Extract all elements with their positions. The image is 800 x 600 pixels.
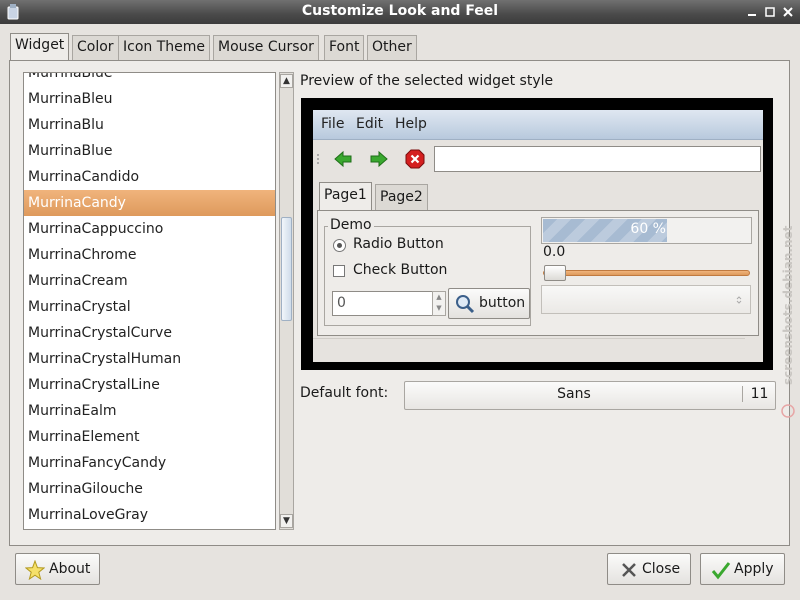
- list-scrollbar[interactable]: ▲ ▼: [279, 72, 294, 530]
- list-item-selected[interactable]: MurrinaCandy: [24, 190, 275, 216]
- toolbar-grip-icon: [317, 154, 319, 164]
- list-item[interactable]: MurrinaFancyCandy: [24, 450, 275, 476]
- close-icon: [783, 7, 793, 17]
- forward-arrow-icon[interactable]: [369, 149, 389, 169]
- apply-button[interactable]: Apply: [700, 553, 785, 585]
- preview-tab-page2[interactable]: Page2: [375, 184, 428, 212]
- watermark-text: screenshots.debian.net: [781, 225, 795, 385]
- theme-list[interactable]: MurrinaBlue MurrinaBleu MurrinaBlu Murri…: [23, 72, 276, 530]
- stop-icon[interactable]: [405, 149, 425, 169]
- list-item[interactable]: MurrinaCrystal: [24, 294, 275, 320]
- list-item[interactable]: MurrinaBleu: [24, 86, 275, 112]
- scale-value: 0.0: [543, 244, 566, 260]
- list-item[interactable]: MurrinaBlue: [24, 73, 275, 86]
- list-item[interactable]: MurrinaCandido: [24, 164, 275, 190]
- list-item[interactable]: MurrinaBlue: [24, 138, 275, 164]
- list-item[interactable]: MurrinaEalm: [24, 398, 275, 424]
- window-title: Customize Look and Feel: [301, 3, 499, 19]
- scroll-up-icon[interactable]: ▲: [280, 74, 293, 88]
- check-button-box[interactable]: [333, 265, 345, 277]
- list-item[interactable]: MurrinaCrystalLine: [24, 372, 275, 398]
- spin-stepper[interactable]: ▲ ▼: [432, 291, 446, 316]
- preview-tab-page1[interactable]: Page1: [319, 182, 372, 212]
- close-window-button[interactable]: [779, 3, 797, 21]
- list-item[interactable]: MurrinaCrystalHuman: [24, 346, 275, 372]
- tab-mouse-cursor[interactable]: Mouse Cursor: [213, 35, 319, 60]
- minimize-button[interactable]: [743, 3, 761, 21]
- preview-label: Preview of the selected widget style: [300, 73, 554, 89]
- combo-arrow-icon: [736, 296, 742, 304]
- radio-button-label[interactable]: Radio Button: [353, 236, 444, 252]
- check-button-label[interactable]: Check Button: [353, 262, 447, 278]
- minimize-icon: [748, 14, 756, 16]
- progress-text: 60 %: [630, 221, 666, 237]
- tab-widget[interactable]: Widget: [10, 33, 70, 61]
- list-item[interactable]: MurrinaGilouche: [24, 476, 275, 502]
- preview-text-entry[interactable]: [434, 146, 761, 172]
- tab-icon-theme[interactable]: Icon Theme: [118, 35, 211, 60]
- font-name: Sans: [557, 386, 591, 402]
- preview-combo-box[interactable]: [541, 285, 751, 314]
- close-button[interactable]: Close: [607, 553, 691, 585]
- list-item[interactable]: MurrinaCream: [24, 268, 275, 294]
- list-item[interactable]: MurrinaCrystalCurve: [24, 320, 275, 346]
- menu-file[interactable]: File: [321, 116, 344, 132]
- preview-statusbar: [313, 338, 745, 360]
- magnifier-icon: [456, 295, 475, 314]
- list-item[interactable]: MurrinaElement: [24, 424, 275, 450]
- tab-other[interactable]: Other: [367, 35, 417, 60]
- tab-color[interactable]: Color: [72, 35, 119, 60]
- slider-handle[interactable]: [544, 265, 566, 281]
- demo-frame-label: Demo: [328, 217, 374, 233]
- scrollbar-thumb[interactable]: [281, 217, 292, 321]
- scroll-down-icon[interactable]: ▼: [280, 514, 293, 528]
- menu-edit[interactable]: Edit: [356, 116, 383, 132]
- font-size: 11: [742, 386, 776, 402]
- title-bar[interactable]: Customize Look and Feel: [0, 0, 800, 24]
- list-item[interactable]: MurrinaLoveGray: [24, 502, 275, 528]
- default-font-label: Default font:: [300, 385, 389, 401]
- list-item[interactable]: MurrinaChrome: [24, 242, 275, 268]
- preview-button-label: button: [479, 295, 526, 311]
- list-item[interactable]: MurrinaCappuccino: [24, 216, 275, 242]
- tab-font[interactable]: Font: [324, 35, 365, 60]
- radio-button-icon[interactable]: [333, 239, 346, 252]
- watermark: screenshots.debian.net: [781, 225, 795, 418]
- about-button-label: About: [49, 561, 91, 577]
- about-button[interactable]: About: [15, 553, 100, 585]
- close-icon: [622, 563, 636, 577]
- star-icon: [25, 560, 45, 580]
- list-item[interactable]: MurrinaBlu: [24, 112, 275, 138]
- close-button-label: Close: [642, 561, 681, 577]
- apply-button-label: Apply: [734, 561, 774, 577]
- spin-button-input[interactable]: 0: [332, 291, 433, 316]
- preview-button[interactable]: button: [448, 288, 530, 319]
- checkmark-icon: [711, 562, 731, 580]
- slider-track[interactable]: [543, 270, 750, 276]
- back-arrow-icon[interactable]: [333, 149, 353, 169]
- menu-help[interactable]: Help: [395, 116, 427, 132]
- maximize-icon: [765, 7, 775, 17]
- maximize-button[interactable]: [761, 3, 779, 21]
